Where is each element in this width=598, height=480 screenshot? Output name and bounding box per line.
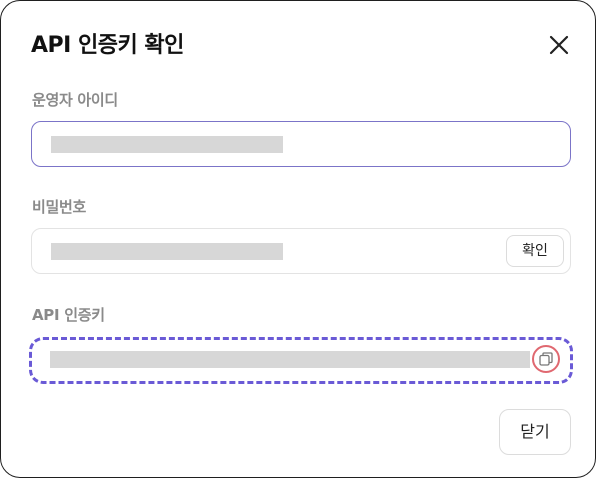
copy-api-key-button[interactable]: [532, 345, 560, 373]
username-masked-value: [51, 136, 283, 153]
password-label: 비밀번호: [32, 198, 87, 216]
api-key-dialog: API 인증키 확인 운영자 아이디 비밀번호 확인 API 인증키 닫기: [0, 0, 596, 478]
close-dialog-x-button[interactable]: [543, 29, 575, 61]
password-field[interactable]: 확인: [31, 228, 571, 274]
close-button[interactable]: 닫기: [499, 409, 571, 455]
api-key-field[interactable]: [29, 337, 573, 384]
password-masked-value: [51, 243, 283, 260]
username-field[interactable]: [31, 121, 571, 167]
username-label: 운영자 아이디: [32, 91, 118, 109]
api-key-masked-value: [50, 351, 530, 368]
copy-icon: [539, 352, 553, 366]
api-key-label: API 인증키: [32, 306, 105, 324]
password-confirm-button[interactable]: 확인: [506, 235, 564, 267]
dialog-title: API 인증키 확인: [31, 33, 184, 58]
close-icon: [549, 35, 569, 55]
